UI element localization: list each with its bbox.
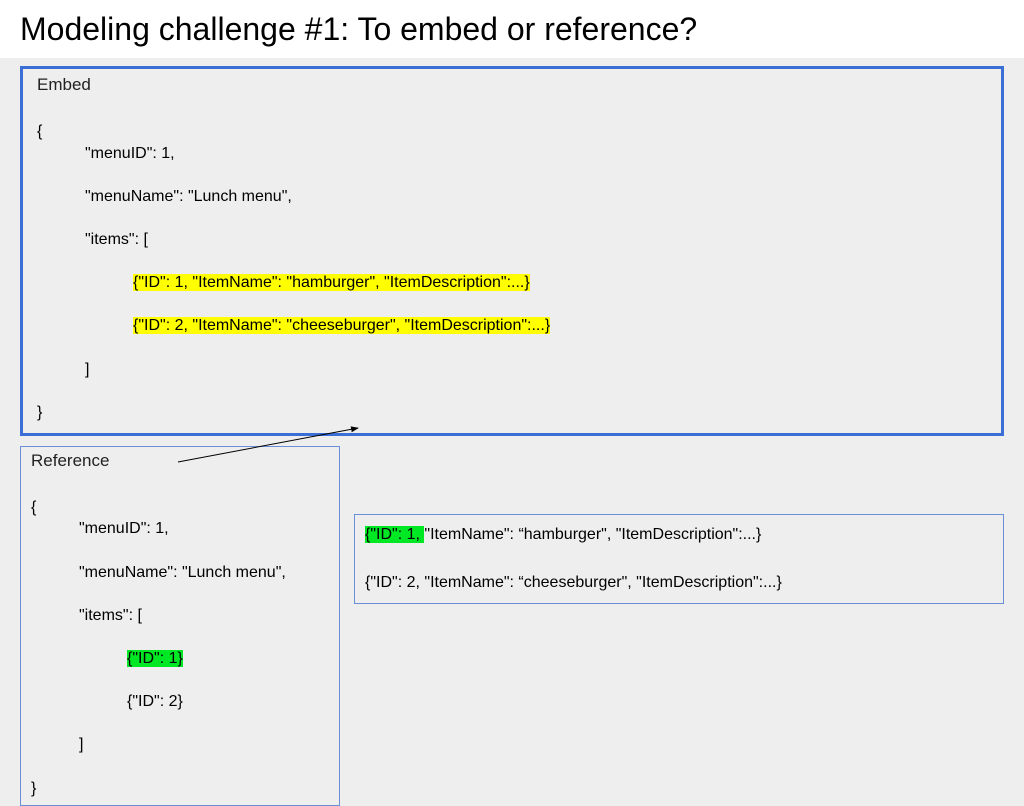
embed-item-highlight: {"ID": 2, "ItemName": "cheeseburger", "I… bbox=[133, 317, 550, 334]
ext-item-highlight: {"ID": 1, bbox=[365, 526, 424, 543]
code-line: "menuID": 1, bbox=[31, 518, 329, 540]
code-line: } bbox=[31, 780, 36, 797]
slide-title: Modeling challenge #1: To embed or refer… bbox=[20, 10, 720, 48]
embed-label: Embed bbox=[37, 75, 987, 95]
code-line: ] bbox=[31, 734, 329, 756]
reference-box: Reference { "menuID": 1, "menuName": "Lu… bbox=[20, 446, 340, 806]
code-line: "menuName": "Lunch menu", bbox=[37, 186, 987, 208]
code-line: "menuID": 1, bbox=[37, 143, 987, 165]
embed-box: Embed { "menuID": 1, "menuName": "Lunch … bbox=[20, 66, 1004, 436]
code-line: "items": [ bbox=[37, 229, 987, 251]
code-line: { bbox=[31, 499, 36, 516]
reference-item-highlight: {"ID": 1} bbox=[127, 650, 183, 667]
code-line: "items": [ bbox=[31, 605, 329, 627]
code-line: {"ID": 2} bbox=[31, 691, 329, 713]
embed-code: { "menuID": 1, "menuName": "Lunch menu",… bbox=[37, 99, 987, 423]
code-line: {"ID": 2, "ItemName": "cheeseburger", "I… bbox=[37, 315, 987, 337]
ext-item-rest: "ItemName": “hamburger", "ItemDescriptio… bbox=[424, 526, 761, 543]
code-line: {"ID": 1, "ItemName": "hamburger", "Item… bbox=[37, 272, 987, 294]
code-line: { bbox=[37, 123, 42, 140]
reference-code: { "menuID": 1, "menuName": "Lunch menu",… bbox=[31, 475, 329, 799]
code-line: } bbox=[37, 404, 42, 421]
code-line: "menuName": "Lunch menu", bbox=[31, 562, 329, 584]
code-line: ] bbox=[37, 359, 987, 381]
ext-item-row: {"ID": 1, "ItemName": “hamburger", "Item… bbox=[365, 523, 993, 547]
code-line: {"ID": 1} bbox=[31, 648, 329, 670]
ext-item-row: {"ID": 2, "ItemName": “cheeseburger", "I… bbox=[365, 571, 993, 595]
ext-item-row bbox=[365, 547, 993, 571]
reference-label: Reference bbox=[31, 451, 329, 471]
embed-item-highlight: {"ID": 1, "ItemName": "hamburger", "Item… bbox=[133, 274, 530, 291]
referenced-items-box: {"ID": 1, "ItemName": “hamburger", "Item… bbox=[354, 514, 1004, 604]
